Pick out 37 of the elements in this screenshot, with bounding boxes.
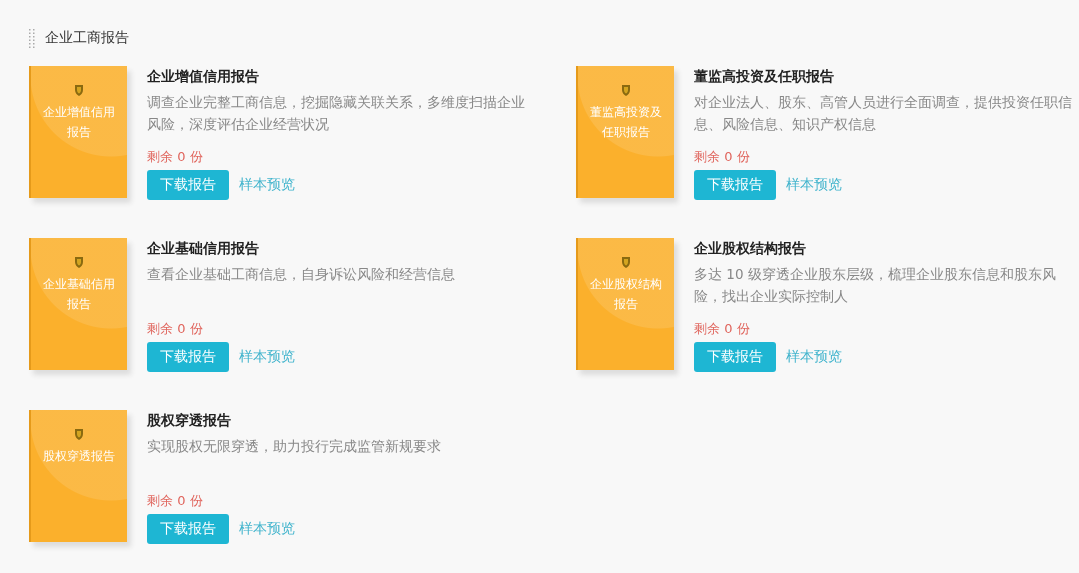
- remaining-count: 剩余 0 份: [147, 492, 204, 510]
- preview-link[interactable]: 样本预览: [239, 348, 295, 366]
- report-description: 对企业法人、股东、高管人员进行全面调查，提供投资任职信息、风险信息、知识产权信息: [694, 93, 1073, 134]
- shield-icon: [621, 84, 631, 96]
- report-title: 董监高投资及任职报告: [694, 68, 835, 86]
- cover-title: 股权穿透报告: [42, 448, 116, 465]
- report-title: 股权穿透报告: [147, 412, 232, 430]
- remaining-count: 剩余 0 份: [147, 320, 204, 338]
- drag-handle-icon: [29, 28, 35, 48]
- download-button[interactable]: 下载报告: [147, 514, 229, 544]
- download-button[interactable]: 下载报告: [147, 170, 229, 200]
- cover-title: 企业基础信用报告: [42, 276, 116, 313]
- preview-link[interactable]: 样本预览: [786, 348, 842, 366]
- download-button[interactable]: 下载报告: [694, 170, 776, 200]
- shield-icon: [621, 256, 631, 268]
- download-button[interactable]: 下载报告: [694, 342, 776, 372]
- shield-icon: [74, 84, 84, 96]
- cover-title: 董监高投资及任职报告: [589, 104, 663, 141]
- shield-icon: [74, 428, 84, 440]
- section-title: 企业工商报告: [45, 29, 129, 47]
- cover-title: 企业股权结构报告: [589, 276, 663, 313]
- report-title: 企业基础信用报告: [147, 240, 260, 258]
- report-description: 查看企业基础工商信息，自身诉讼风险和经营信息: [147, 265, 456, 284]
- report-description: 多达 10 级穿透企业股东层级，梳理企业股东信息和股东风险，找出企业实际控制人: [694, 265, 1057, 306]
- preview-link[interactable]: 样本预览: [239, 176, 295, 194]
- preview-link[interactable]: 样本预览: [786, 176, 842, 194]
- shield-icon: [74, 256, 84, 268]
- report-title: 企业增值信用报告: [147, 68, 260, 86]
- remaining-count: 剩余 0 份: [147, 148, 204, 166]
- report-title: 企业股权结构报告: [694, 240, 807, 258]
- download-button[interactable]: 下载报告: [147, 342, 229, 372]
- report-description: 实现股权无限穿透，助力投行完成监管新规要求: [147, 437, 442, 456]
- remaining-count: 剩余 0 份: [694, 320, 751, 338]
- remaining-count: 剩余 0 份: [694, 148, 751, 166]
- report-description: 调查企业完整工商信息，挖掘隐藏关联关系，多维度扫描企业风险，深度评估企业经营状况: [147, 93, 526, 134]
- cover-title: 企业增值信用报告: [42, 104, 116, 141]
- preview-link[interactable]: 样本预览: [239, 520, 295, 538]
